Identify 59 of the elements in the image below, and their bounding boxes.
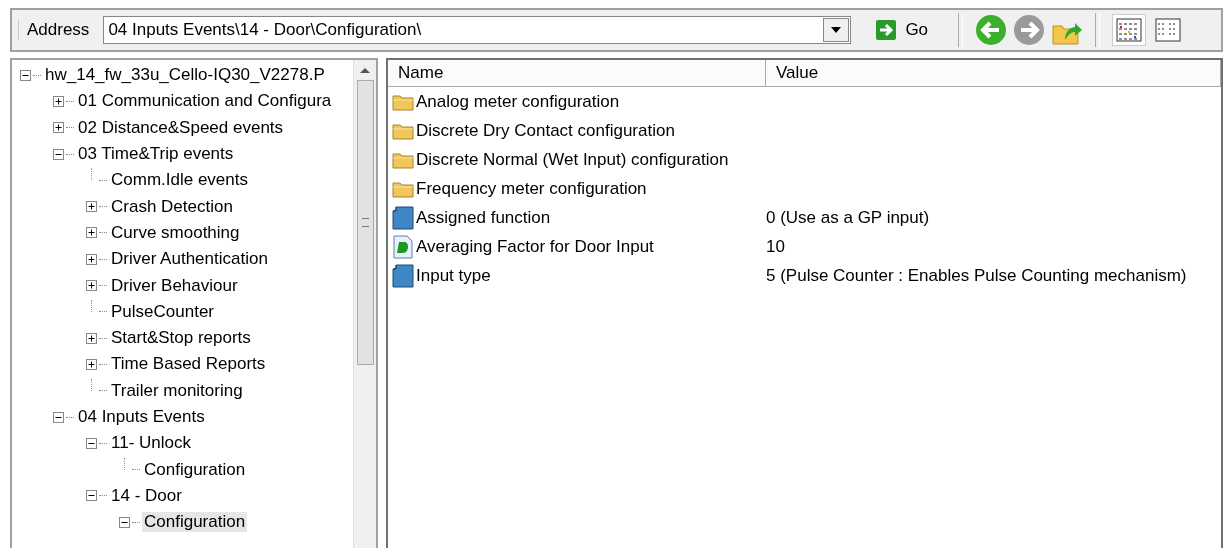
item-name[interactable]: Discrete Normal (Wet Input) configuration [416,149,729,170]
tree-item[interactable]: PulseCounter [109,301,216,322]
collapse-icon[interactable] [86,437,97,449]
tree-item[interactable]: Comm.Idle events [109,170,250,191]
expand-icon[interactable] [86,253,97,265]
expand-icon[interactable] [86,332,97,344]
parameter-icon [392,263,414,288]
collapse-icon[interactable] [53,411,64,423]
tree-item[interactable]: Curve smoothing [109,222,242,243]
item-name[interactable]: Assigned function [416,207,551,228]
folder-icon [392,92,414,111]
folder-icon [392,150,414,169]
item-name[interactable]: Discrete Dry Contact configuration [416,120,675,141]
column-header[interactable]: Value [766,60,1221,86]
tree-item[interactable]: Configuration [142,512,248,533]
collapse-icon[interactable] [20,69,31,81]
expand-icon[interactable] [86,358,97,370]
expand-icon[interactable] [86,280,97,291]
details-view-icon[interactable] [1112,14,1147,46]
column-header[interactable]: Name [388,60,766,86]
expand-icon[interactable] [53,122,64,134]
collapse-icon[interactable] [53,148,64,160]
folder-icon [392,121,414,140]
item-value: 5 (Pulse Counter : Enables Pulse Counting mechanism) [766,265,1188,286]
scrollbar[interactable] [353,60,376,548]
tree-item[interactable]: Driver Behaviour [109,275,240,296]
tree-item[interactable]: 03 Time&Trip events [76,144,236,165]
item-name[interactable]: Averaging Factor for Door Input [416,236,654,257]
item-name[interactable]: Analog meter configuration [416,91,620,112]
expand-icon[interactable] [86,227,97,239]
scroll-up-icon[interactable] [360,67,370,73]
back-icon[interactable] [975,14,1008,46]
parameter-icon [392,205,414,230]
tree-item[interactable]: 11- Unlock [109,433,193,454]
tree-item[interactable]: Start&Stop reports [109,328,253,349]
address-label: Address [18,20,98,40]
folder-icon [392,179,414,198]
tree-item[interactable]: 04 Inputs Events [76,407,207,427]
tree-item[interactable]: Driver Authentication [109,249,270,270]
tree-item[interactable]: Trailer monitoring [109,380,245,401]
tree-item[interactable]: 01 Communication and Configura [76,91,334,112]
item-value: 10 [766,236,786,257]
go-button[interactable]: Go [869,17,947,43]
item-value: 0 (Use as a GP input) [766,207,931,228]
collapse-icon[interactable] [119,516,130,528]
expand-icon[interactable] [53,95,64,107]
dropdown-icon[interactable] [823,18,850,42]
address-field[interactable]: 04 Inputs Events\14 - Door\Configuration\ [103,16,852,44]
tree-item[interactable]: Crash Detection [109,196,235,217]
tree-item[interactable]: Time Based Reports [109,354,268,375]
item-name[interactable]: Input type [416,265,491,286]
document-icon [392,234,414,259]
tree-item[interactable]: 02 Distance&Speed events [76,117,286,138]
expand-icon[interactable] [86,201,97,213]
collapse-icon[interactable] [86,490,97,502]
tree-item[interactable]: 14 - Door [109,485,184,506]
tree-item[interactable]: hw_14_fw_33u_Cello-IQ30_V2278.P [43,65,327,86]
tree-item[interactable]: Configuration [142,459,248,480]
item-name[interactable]: Frequency meter configuration [416,178,647,199]
